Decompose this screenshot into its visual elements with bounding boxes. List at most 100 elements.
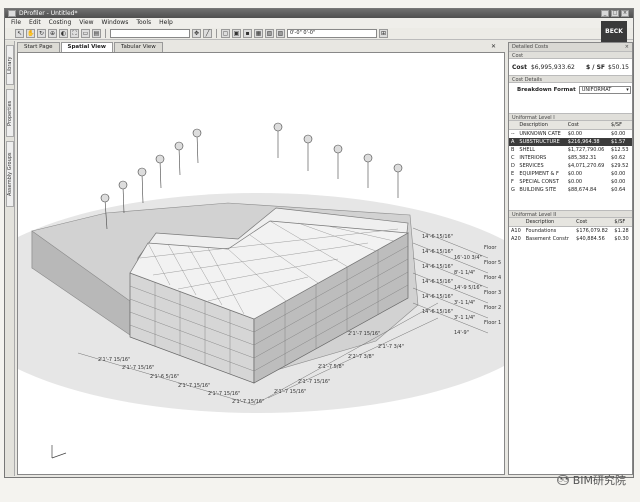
tool-orbit-icon[interactable]: ◐ [59, 29, 68, 38]
menu-tools[interactable]: Tools [136, 18, 151, 28]
tool-line-icon[interactable]: ╱ [203, 29, 212, 38]
col-header[interactable] [509, 121, 518, 130]
front-dim: 2'1'-7 15/16" [232, 399, 264, 405]
right-dim: 14'-9 5/16" [454, 285, 482, 291]
table-row[interactable]: A10 Foundations $176,079.82 $1.28 [509, 227, 632, 236]
document-tabs: Start Page Spatial View Tabular View [17, 42, 164, 52]
building-model[interactable]: Floor Floor 5 Floor 4 Floor 3 Floor 2 Fl… [18, 53, 505, 475]
side-dim: 2'1'-7 15/16" [274, 389, 306, 395]
wechat-icon: ◔◔ [556, 475, 569, 485]
col-header[interactable]: Cost [565, 121, 610, 130]
side-dim: 2'1'-7 15/16" [298, 379, 330, 385]
floor-label: Floor 3 [484, 290, 501, 296]
left-tab-strip: Library Properties Assembly Groups [5, 41, 15, 476]
table-row[interactable]: G BUILDING SITE $88,674.84 $0.64 [509, 186, 632, 194]
minimize-icon[interactable]: _ [601, 10, 609, 17]
col-header[interactable] [509, 218, 524, 227]
height-dim: 14'-6 15/16" [422, 294, 453, 300]
breakdown-format-select[interactable]: UNIFORMAT [578, 86, 631, 94]
tab-tabular-view[interactable]: Tabular View [114, 42, 163, 52]
tool-wall-icon[interactable]: ▭ [81, 29, 90, 38]
tool-snap-icon[interactable]: ⊞ [379, 29, 388, 38]
col-header[interactable]: Description [517, 121, 566, 130]
back-dim: 2'1'-7 5/8" [318, 364, 344, 370]
menu-edit[interactable]: Edit [29, 18, 41, 28]
tool-print-icon[interactable]: ▦ [254, 29, 263, 38]
spatial-view-canvas[interactable]: Floor Floor 5 Floor 4 Floor 3 Floor 2 Fl… [17, 52, 505, 475]
back-dim: 2'2'-7 3/8" [348, 354, 374, 360]
beck-logo: BECK [601, 21, 627, 43]
toolbar: ↖ ✋ ↻ ⊕ ◐ ⛶ ▭ ▤ ✥ ╱ ▢ ▣ ▪ ▦ ▧ ▨ 0'-0" 0'… [5, 28, 633, 40]
floor-label: Floor 2 [484, 305, 501, 311]
tab-library[interactable]: Library [6, 45, 14, 85]
col-header[interactable]: $/SF [609, 121, 632, 130]
panel-close-icon[interactable]: × [625, 43, 629, 51]
level1-table: Description Cost $/SF -- UNKNOWN CATE $0.0… [509, 121, 632, 194]
right-dim: 8'-1 1/4" [454, 270, 475, 276]
close-window-icon[interactable]: × [621, 10, 629, 17]
col-header[interactable]: $/SF [612, 218, 632, 227]
right-dim: 14'-9" [454, 330, 469, 336]
table-row[interactable]: -- UNKNOWN CATE $0.00 $0.00 [509, 130, 632, 139]
tool-pan-icon[interactable]: ✋ [26, 29, 35, 38]
cost-value: $6,995,933.62 [530, 63, 575, 71]
tool-fit-icon[interactable]: ⛶ [70, 29, 79, 38]
tool-save-icon[interactable]: ▪ [243, 29, 252, 38]
height-dim: 14'-6 15/16" [422, 264, 453, 270]
sf-label: $ / SF [586, 63, 605, 71]
tab-spatial-view[interactable]: Spatial View [60, 42, 113, 52]
breakdown-format-row: Breakdown Format UNIFORMAT [509, 83, 632, 97]
table-row[interactable]: D SERVICES $4,071,270.69 $29.52 [509, 162, 632, 170]
menu-bar: File Edit Costing View Windows Tools Hel… [5, 18, 633, 28]
menu-file[interactable]: File [11, 18, 21, 28]
cost-summary: Cost $6,995,933.62 $ / SF $50.15 [509, 59, 632, 75]
tab-start-page[interactable]: Start Page [17, 42, 60, 52]
tab-properties[interactable]: Properties [6, 89, 14, 137]
front-dim: 2'1'-6 5/16" [150, 374, 179, 380]
floor-label: Floor 5 [484, 260, 501, 266]
col-header[interactable]: Description [523, 218, 575, 227]
title-bar[interactable]: DProfiler - Untitled* _ □ × [5, 9, 633, 18]
table-row[interactable]: E EQUIPMENT & F $0.00 $0.00 [509, 170, 632, 178]
layer-select[interactable] [110, 29, 190, 38]
table-row[interactable]: B SHELL $1,727,790.06 $12.53 [509, 146, 632, 154]
window-title: DProfiler - Untitled* [19, 10, 78, 17]
tool-rotate-icon[interactable]: ↻ [37, 29, 46, 38]
tool-move-icon[interactable]: ✥ [192, 29, 201, 38]
menu-costing[interactable]: Costing [49, 18, 72, 28]
panel-gap [509, 97, 632, 113]
height-dim: 14'-6 15/16" [422, 234, 453, 240]
tool-open-icon[interactable]: ▣ [232, 29, 241, 38]
table-row[interactable]: F SPECIAL CONST $0.00 $0.00 [509, 178, 632, 186]
menu-windows[interactable]: Windows [102, 18, 129, 28]
cost-section-header[interactable]: Cost [509, 51, 632, 59]
floor-label: Floor [484, 245, 497, 251]
tool-new-icon[interactable]: ▢ [221, 29, 230, 38]
menu-help[interactable]: Help [159, 18, 173, 28]
detailed-costs-panel: Detailed Costs × Cost Cost $6,995,933.62 … [508, 42, 633, 475]
tool-floor-icon[interactable]: ▤ [92, 29, 101, 38]
table-row[interactable]: A20 Basement Constr $40,884.56 $0.30 [509, 235, 632, 243]
col-header[interactable]: Cost [574, 218, 613, 227]
sf-value: $50.15 [608, 63, 629, 71]
table-row[interactable]: C INTERIORS $85,382.31 $0.62 [509, 154, 632, 162]
cost-details-header[interactable]: Cost Details [509, 75, 632, 83]
right-dim: 3'-1 1/4" [454, 300, 475, 306]
coordinate-select[interactable]: 0'-0" 0'-0" [287, 29, 377, 38]
tab-assembly-groups[interactable]: Assembly Groups [6, 141, 14, 207]
tool-select-icon[interactable]: ↖ [15, 29, 24, 38]
menu-view[interactable]: View [79, 18, 93, 28]
front-dim: 2'1'-7 15/16" [178, 383, 210, 389]
tool-paste-icon[interactable]: ▨ [276, 29, 285, 38]
height-dim: 14'-6 15/16" [422, 249, 453, 255]
close-tab-icon[interactable]: ✕ [491, 43, 496, 50]
app-icon [8, 10, 16, 17]
tool-zoom-icon[interactable]: ⊕ [48, 29, 57, 38]
table-row-selected[interactable]: A SUBSTRUCTURE $216,964.38 $1.57 [509, 138, 632, 146]
maximize-icon[interactable]: □ [611, 10, 619, 17]
watermark: ◔◔ BIM研究院 [556, 472, 626, 488]
tool-copy-icon[interactable]: ▧ [265, 29, 274, 38]
front-dim: 2'1'-7 15/16" [122, 365, 154, 371]
front-dim: 2'1'-7 15/16" [98, 357, 130, 363]
panel-title: Detailed Costs × [509, 43, 632, 51]
